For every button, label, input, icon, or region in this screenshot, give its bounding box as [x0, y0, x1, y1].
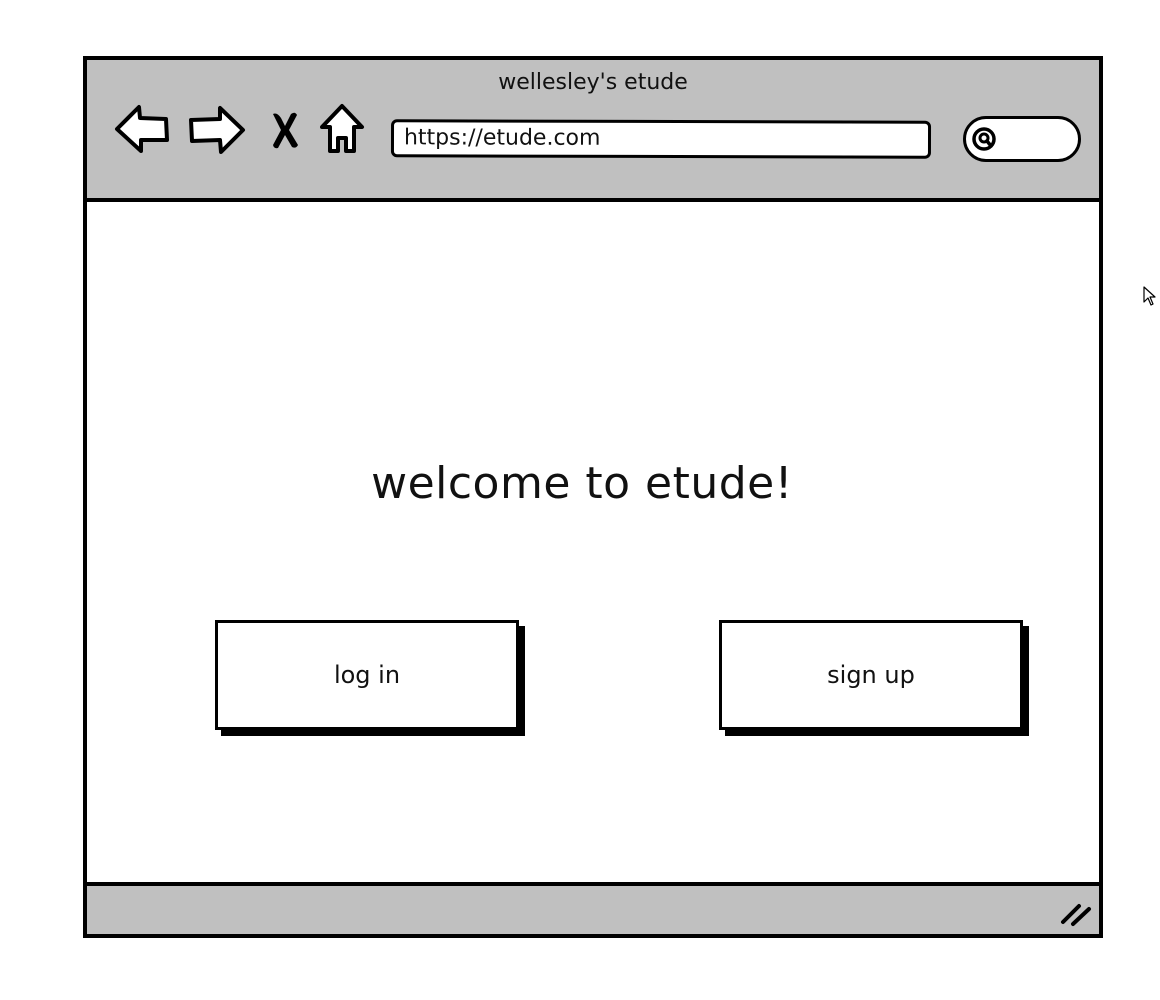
address-bar[interactable]: [390, 119, 932, 159]
stop-icon[interactable]: [267, 102, 303, 156]
page-title: welcome to etude!: [371, 458, 793, 509]
window-title: wellesley's etude: [498, 70, 688, 95]
resize-grip-icon[interactable]: [1059, 900, 1093, 928]
status-bar: [87, 882, 1099, 934]
back-arrow-icon[interactable]: [113, 102, 171, 156]
browser-window: wellesley's etude https://etude.com welc…: [83, 56, 1103, 938]
home-icon[interactable]: [317, 102, 367, 156]
search-field[interactable]: [963, 116, 1081, 162]
signup-button[interactable]: sign up: [719, 620, 1023, 730]
url-input[interactable]: [403, 125, 905, 152]
screen: wellesley's etude https://etude.com welc…: [0, 0, 1160, 1000]
mouse-cursor-icon: [1143, 286, 1156, 306]
search-icon[interactable]: [970, 126, 1002, 154]
login-button[interactable]: log in: [215, 620, 519, 730]
forward-arrow-icon[interactable]: [187, 102, 247, 156]
page-content: welcome to etude! log in sign up: [87, 202, 1099, 886]
browser-toolbar: wellesley's etude: [87, 60, 1099, 202]
